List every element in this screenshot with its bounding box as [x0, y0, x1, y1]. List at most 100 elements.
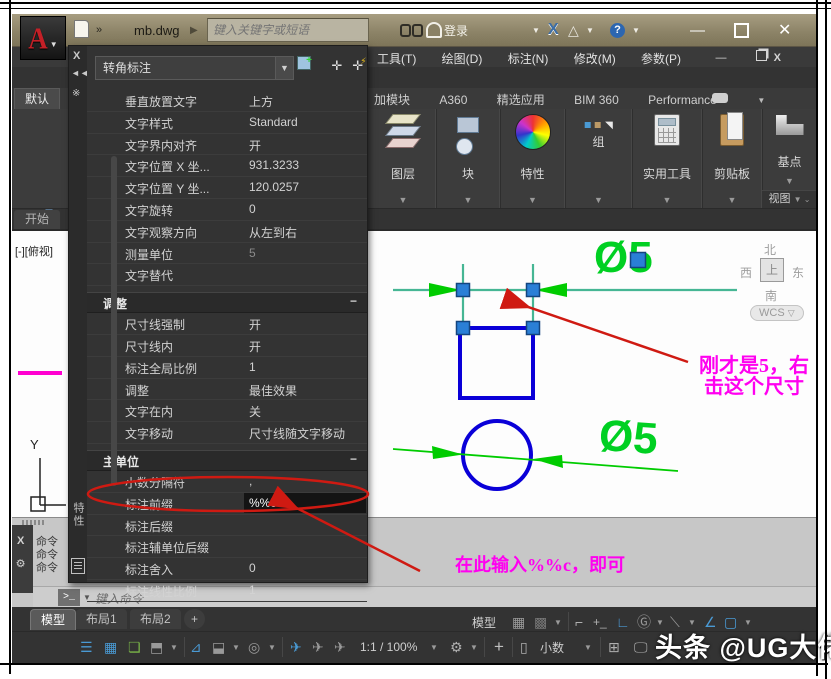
palette-scrollbar[interactable] [111, 156, 117, 486]
property-value[interactable]: 0 [249, 202, 365, 216]
panel-properties[interactable]: 特性 ▼ [500, 109, 566, 208]
palette-settings-icon[interactable]: ※ [72, 88, 80, 99]
units-value[interactable]: 小数 [540, 636, 564, 658]
infocenter-search[interactable] [207, 18, 369, 42]
navigation-compass-icon[interactable]: ◎ [248, 636, 260, 658]
property-row[interactable]: 文字观察方向 从左到右 [87, 221, 367, 243]
ortho-mode-icon[interactable]: ∟ [616, 611, 630, 633]
units-ruler-icon[interactable]: ▯ [520, 636, 528, 658]
property-value[interactable]: 尺寸线随文字移动 [249, 425, 365, 442]
tab-addins[interactable]: 加模块 [374, 93, 410, 107]
units-caret-icon[interactable]: ▼ [584, 636, 592, 658]
qat-expand-icon[interactable]: » [96, 20, 102, 40]
tab-layout2[interactable]: 布局2 [130, 609, 181, 629]
help-caret-icon[interactable]: ▼ [632, 20, 640, 40]
binoculars-icon[interactable] [400, 20, 423, 40]
view-cube-toggle-icon[interactable]: ⬓ [212, 636, 225, 658]
viewcube-west[interactable]: 西 [740, 264, 752, 281]
quick-properties-icon[interactable]: ⊞ [608, 636, 620, 658]
property-value[interactable]: 1 [249, 360, 365, 374]
viewcube-east[interactable]: 东 [792, 264, 804, 281]
tab-home[interactable]: 默认 [14, 88, 60, 110]
doc-restore-icon[interactable] [756, 50, 767, 61]
object-type-caret-icon[interactable]: ▼ [275, 57, 293, 79]
hatch-display-icon[interactable]: ▦ [104, 636, 117, 658]
snap-caret-icon[interactable]: ▼ [554, 611, 562, 633]
settings-gear-icon[interactable]: ⚙ [450, 636, 463, 658]
property-row[interactable]: 文字位置 X 坐... 931.3233 [87, 155, 367, 177]
command-wrench-icon[interactable]: ⚙ [13, 555, 29, 571]
property-value[interactable]: 开 [249, 338, 365, 355]
tab-featured-apps[interactable]: 精选应用 [497, 93, 545, 107]
menu-dimension[interactable]: 标注(N) [508, 52, 549, 66]
annotation-visibility-icon[interactable]: ✈ [290, 636, 302, 658]
property-value[interactable]: 关 [249, 403, 365, 420]
view-panel-caret-icon[interactable]: ▼ ⌄ [794, 195, 811, 204]
model-space-label[interactable]: 模型 [472, 611, 496, 633]
property-row[interactable]: 文字界内对齐 开 [87, 134, 367, 156]
panel-utilities[interactable]: 实用工具 ▼ [632, 109, 703, 208]
a360-caret-icon[interactable]: ▼ [586, 20, 594, 40]
compass-caret-icon[interactable]: ▼ [268, 636, 276, 658]
select-objects-icon[interactable]: ✛ [327, 56, 347, 76]
dimension-text-bottom[interactable]: Ø5 [597, 411, 659, 465]
property-row[interactable]: 标注前缀 %%c [87, 493, 367, 515]
doc-close-icon[interactable]: X [774, 52, 781, 64]
property-row[interactable]: 测量单位 5 [87, 243, 367, 265]
property-value[interactable]: Standard [249, 115, 365, 129]
property-value[interactable]: 931.3233 [249, 158, 365, 172]
panel-view[interactable]: 基点 ▼ 视图 ▼ ⌄ [762, 109, 817, 208]
ribbon-display-toggle-icon[interactable]: ▼ [712, 92, 791, 106]
property-value[interactable]: 0 [249, 561, 365, 575]
view-caret-icon[interactable]: ▼ [232, 636, 240, 658]
property-value[interactable]: 开 [249, 137, 365, 154]
property-value[interactable]: %%c [249, 496, 365, 510]
viewcube-south[interactable]: 南 [765, 287, 777, 304]
property-row[interactable]: 调整 最佳效果 [87, 379, 367, 401]
property-row[interactable]: 垂直放置文字 上方 [87, 90, 367, 112]
file-tab-arrow-icon[interactable]: ▶ [190, 20, 198, 40]
polar-tracking-icon[interactable]: Ⓖ [637, 611, 651, 633]
tab-model[interactable]: 模型 [30, 609, 76, 630]
infer-constraints-icon[interactable]: ⌐ [575, 611, 583, 633]
maximize-button[interactable] [734, 20, 749, 40]
property-row[interactable]: 文字样式 Standard [87, 112, 367, 134]
palette-close-icon[interactable]: X [73, 50, 80, 62]
viewcube-north[interactable]: 北 [764, 241, 776, 258]
wcs-dropdown[interactable]: WCS ▽ [750, 305, 804, 319]
panel-groups-caret-icon[interactable]: ▼ [565, 195, 632, 205]
application-menu-button[interactable]: A ▼ [20, 16, 66, 60]
minimize-button[interactable]: — [690, 20, 705, 40]
model-layout-quickview-icon[interactable]: ☰ [80, 636, 93, 658]
new-file-icon[interactable] [74, 19, 89, 39]
close-button[interactable]: ✕ [778, 20, 791, 40]
panel-utilities-caret-icon[interactable]: ▼ [632, 195, 702, 205]
panel-properties-caret-icon[interactable]: ▼ [500, 195, 565, 205]
file-tab-start[interactable]: 开始 [14, 210, 60, 229]
property-row[interactable]: 小数分隔符 , [87, 471, 367, 493]
tab-performance[interactable]: Performance [648, 93, 717, 107]
property-row[interactable]: 标注后缀 [87, 515, 367, 537]
property-row[interactable]: 标注全局比例 1 [87, 357, 367, 379]
toggle-pickadd-icon[interactable]: + [297, 56, 317, 76]
signin-caret-icon[interactable]: ▼ [532, 20, 540, 40]
property-row[interactable]: 标注辅单位后缀 [87, 536, 367, 558]
viewport-controls-label[interactable]: [-][俯视] [15, 243, 71, 259]
dynamic-input-icon[interactable]: +_ [593, 611, 607, 633]
property-group-header[interactable]: 调整 − [87, 292, 367, 313]
menu-modify[interactable]: 修改(M) [574, 52, 616, 66]
signin-button[interactable]: 登录 [444, 20, 468, 40]
property-row[interactable]: 文字移动 尺寸线随文字移动 [87, 422, 367, 444]
snap-mode-icon[interactable]: ▩ [534, 611, 547, 633]
command-prompt-icon[interactable]: >_ [58, 589, 80, 606]
new-layout-button[interactable]: + [184, 609, 205, 629]
property-value[interactable]: 120.0257 [249, 180, 365, 194]
viewcube-top[interactable]: 上 [760, 258, 784, 282]
autoscale-icon[interactable]: ✈ [312, 636, 324, 658]
scale-caret-icon[interactable]: ▼ [430, 636, 438, 658]
menu-parametric[interactable]: 参数(P) [641, 52, 681, 66]
property-group-header[interactable]: 主单位 − [87, 450, 367, 471]
isolate-objects-icon[interactable]: 🖵 [634, 636, 648, 658]
tab-layout1[interactable]: 布局1 [76, 609, 127, 629]
autodesk360-x-icon[interactable]: X [548, 20, 559, 40]
